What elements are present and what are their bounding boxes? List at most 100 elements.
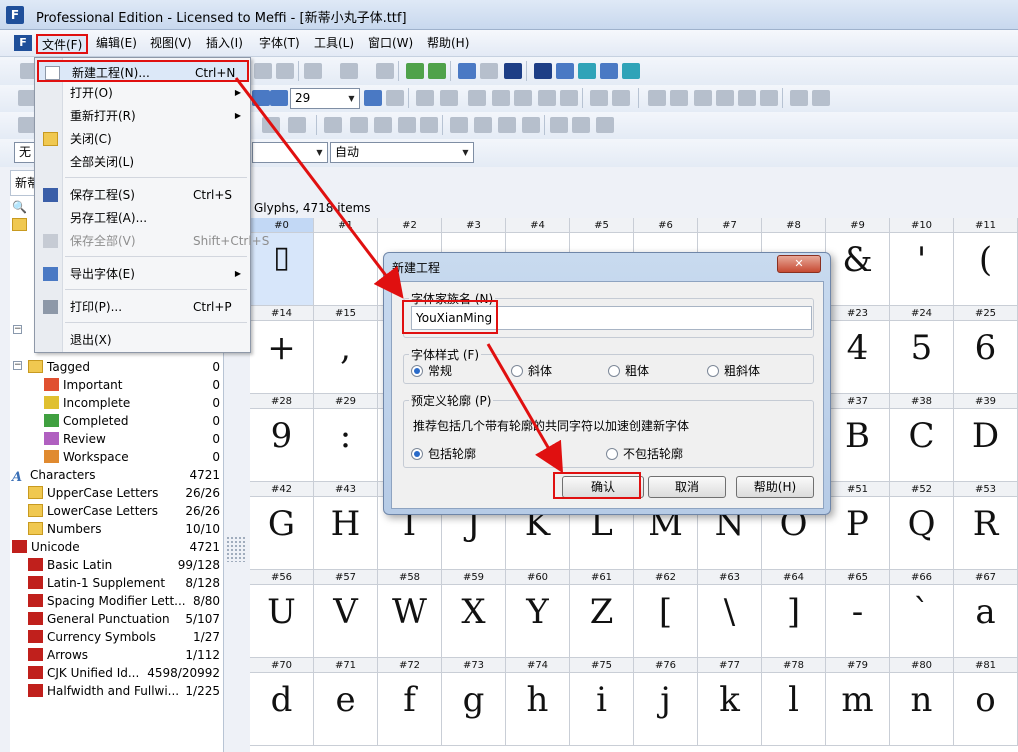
glyph-cell[interactable]: #66 ` xyxy=(890,570,954,658)
glyph-cell[interactable]: #1 xyxy=(314,218,378,306)
menu-font[interactable]: 字体(T) xyxy=(255,34,304,54)
menu-item-save-as[interactable]: 另存工程(A)... xyxy=(37,207,249,229)
menu-item-exit[interactable]: 退出(X) xyxy=(37,329,249,351)
snap-icon[interactable] xyxy=(694,90,712,106)
zoom-rect-icon[interactable] xyxy=(386,90,404,106)
menu-item-export-font[interactable]: 导出字体(E) ▶ xyxy=(37,263,249,285)
menu-item-save-project[interactable]: 保存工程(S) Ctrl+S xyxy=(37,184,249,206)
glyph-cell[interactable]: #75 i xyxy=(570,658,634,746)
tree-flag-item[interactable]: Workspace xyxy=(44,448,129,466)
next-icon[interactable] xyxy=(612,90,630,106)
rotate-icon[interactable] xyxy=(288,117,306,133)
guides-icon[interactable] xyxy=(670,90,688,106)
glyph-cell[interactable]: #43 H xyxy=(314,482,378,570)
metrics-icon[interactable] xyxy=(716,90,734,106)
image-tool-icon[interactable] xyxy=(468,90,486,106)
tree-char-group[interactable]: LowerCase Letters xyxy=(28,502,158,520)
splitter-grip[interactable] xyxy=(226,536,246,562)
union-icon[interactable] xyxy=(550,117,568,133)
mode-combo[interactable]: 自动 ▼ xyxy=(330,142,474,163)
menu-edit[interactable]: 编辑(E) xyxy=(92,34,141,54)
menu-item-open[interactable]: 打开(O) ▶ xyxy=(37,82,249,104)
align-top-icon[interactable] xyxy=(522,117,540,133)
glyph-cell[interactable]: #70 d xyxy=(250,658,314,746)
tree-unicode-block[interactable]: Currency Symbols xyxy=(28,628,156,646)
glyph-cell[interactable]: #52 Q xyxy=(890,482,954,570)
align-left-icon[interactable] xyxy=(450,117,468,133)
bucket-icon[interactable] xyxy=(398,117,416,133)
text-icon[interactable] xyxy=(504,63,522,79)
glyph-cell[interactable]: #59 X xyxy=(442,570,506,658)
tree-flag-item[interactable]: Completed xyxy=(44,412,128,430)
test-icon[interactable] xyxy=(578,63,596,79)
glyph-cell[interactable]: #57 V xyxy=(314,570,378,658)
glyph-cell[interactable]: #79 m xyxy=(826,658,890,746)
glyph-cell[interactable]: #80 n xyxy=(890,658,954,746)
glyph-cell[interactable]: #37 B xyxy=(826,394,890,482)
glyph-cell[interactable]: #24 5 xyxy=(890,306,954,394)
style-combo[interactable]: ▼ xyxy=(252,142,328,163)
pen-tool-icon[interactable] xyxy=(492,90,510,106)
glyph-cell[interactable]: #60 Y xyxy=(506,570,570,658)
tree-char-group[interactable]: Numbers xyxy=(28,520,101,538)
glyph-cell[interactable]: #23 4 xyxy=(826,306,890,394)
tree-tagged[interactable]: Tagged xyxy=(28,358,90,376)
glyph-cell[interactable]: #28 9 xyxy=(250,394,314,482)
menu-item-save-all[interactable]: 保存全部(V) Shift+Ctrl+S xyxy=(37,230,269,252)
menu-app-icon[interactable]: F xyxy=(14,35,32,51)
menu-item-close-all[interactable]: 全部关闭(L) xyxy=(37,151,249,173)
copy-icon[interactable] xyxy=(254,63,272,79)
knife-icon[interactable] xyxy=(374,117,392,133)
glyph-cell[interactable]: #14 + xyxy=(250,306,314,394)
collapse-toggle[interactable]: − xyxy=(13,325,22,334)
exclude-icon[interactable] xyxy=(596,117,614,133)
hints-icon[interactable] xyxy=(760,90,778,106)
properties-icon[interactable] xyxy=(458,63,476,79)
redo-icon[interactable] xyxy=(340,63,358,79)
align-center-icon[interactable] xyxy=(474,117,492,133)
fit-icon[interactable] xyxy=(364,90,382,106)
history-icon[interactable] xyxy=(376,63,394,79)
align-right-icon[interactable] xyxy=(498,117,516,133)
glyph-cell[interactable]: #78 l xyxy=(762,658,826,746)
cancel-button[interactable]: 取消 xyxy=(648,476,726,498)
menu-insert[interactable]: 插入(I) xyxy=(202,34,247,54)
intersect-icon[interactable] xyxy=(572,117,590,133)
glyph-cell[interactable]: #67 a xyxy=(954,570,1018,658)
add-glyph-icon[interactable] xyxy=(406,63,424,79)
radio-style-bold[interactable]: 粗体 xyxy=(608,363,649,379)
radio-include-outline[interactable]: 包括轮廓 xyxy=(411,446,476,462)
add-font-icon[interactable] xyxy=(428,63,446,79)
tree-icon[interactable] xyxy=(790,90,808,106)
glyph-cell[interactable]: #62 [ xyxy=(634,570,698,658)
paste-icon[interactable] xyxy=(276,63,294,79)
glyph-cell[interactable]: #64] xyxy=(762,570,826,658)
glyph-cell[interactable]: #53 R xyxy=(954,482,1018,570)
tree-unicode-block[interactable]: Basic Latin xyxy=(28,556,112,574)
glyph-cell[interactable]: #42 G xyxy=(250,482,314,570)
glyph-cell[interactable]: #77 k xyxy=(698,658,762,746)
radio-style-italic[interactable]: 斜体 xyxy=(511,363,552,379)
grid-icon[interactable] xyxy=(648,90,666,106)
tree-char-group[interactable]: UpperCase Letters xyxy=(28,484,158,502)
tree-flag-item[interactable]: Important xyxy=(44,376,123,394)
menu-item-print[interactable]: 打印(P)... Ctrl+P xyxy=(37,296,249,318)
menu-window[interactable]: 窗口(W) xyxy=(364,34,417,54)
tree-unicode-block[interactable]: Arrows xyxy=(28,646,88,664)
glyph-cell[interactable]: #74 h xyxy=(506,658,570,746)
glyph-cell[interactable]: #61 Z xyxy=(570,570,634,658)
menu-tools[interactable]: 工具(L) xyxy=(310,34,358,54)
undo-icon[interactable] xyxy=(304,63,322,79)
brush-tool-icon[interactable] xyxy=(514,90,532,106)
tree-flag-item[interactable]: Incomplete xyxy=(44,394,130,412)
menu-view[interactable]: 视图(V) xyxy=(146,34,196,54)
glyph-cell[interactable]: #81 o xyxy=(954,658,1018,746)
glyph-cell[interactable]: #58 W xyxy=(378,570,442,658)
glyph-cell[interactable]: #11 ( xyxy=(954,218,1018,306)
tree-characters[interactable]: A Characters xyxy=(12,466,96,485)
glyph-cell[interactable]: #76 j xyxy=(634,658,698,746)
glyph-cell[interactable]: #51 P xyxy=(826,482,890,570)
prev-icon[interactable] xyxy=(590,90,608,106)
glyph-cell[interactable]: #56 U xyxy=(250,570,314,658)
menu-help[interactable]: 帮助(H) xyxy=(423,34,473,54)
